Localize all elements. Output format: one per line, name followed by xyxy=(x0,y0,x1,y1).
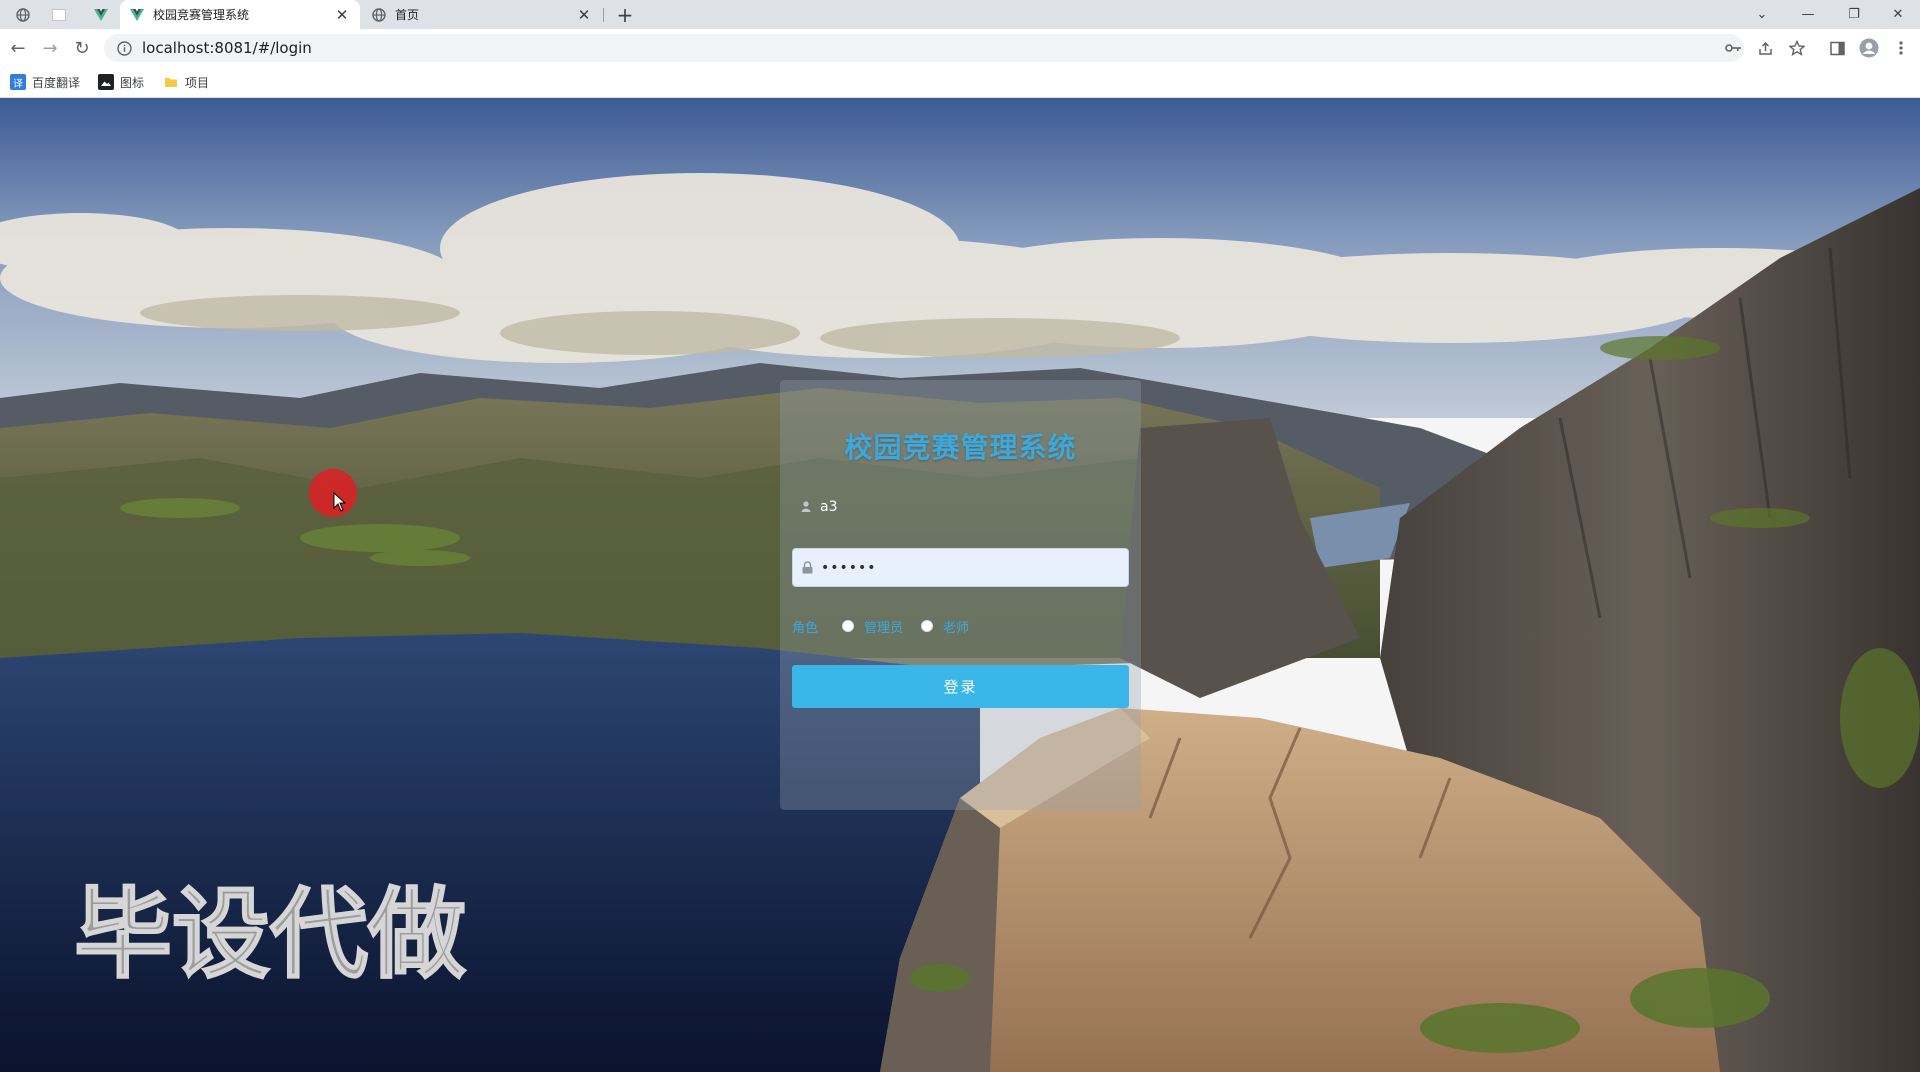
side-panel-icon[interactable] xyxy=(1826,37,1848,59)
vue-logo-icon xyxy=(130,8,144,21)
bookmark-item[interactable]: 项目 xyxy=(163,73,209,91)
chevron-down-icon: ⌄ xyxy=(1756,7,1768,22)
plus-icon: + xyxy=(616,2,634,27)
pinned-tab-blank[interactable] xyxy=(48,0,70,29)
back-button[interactable]: ← xyxy=(3,33,33,63)
tab-login[interactable]: 校园竞赛管理系统 ✕ xyxy=(120,0,360,29)
browser-tabstrip: 校园竞赛管理系统 ✕ 首页 ✕ + ⌄ — ❐ ✕ xyxy=(0,0,1920,29)
watermark-label: 毕设代做 xyxy=(74,878,466,988)
arrow-left-icon: ← xyxy=(10,37,26,59)
minimize-button[interactable]: — xyxy=(1786,0,1830,29)
tab-home[interactable]: 首页 ✕ xyxy=(362,0,602,29)
bookmark-star-icon[interactable] xyxy=(1786,37,1808,59)
forward-button[interactable]: → xyxy=(35,33,65,63)
new-tab-button[interactable]: + xyxy=(612,0,638,29)
share-icon[interactable] xyxy=(1754,37,1776,59)
tab-title: 校园竞赛管理系统 xyxy=(153,8,250,22)
password-input[interactable] xyxy=(821,559,1111,576)
restore-button[interactable]: ❐ xyxy=(1832,0,1876,29)
blank-page-icon xyxy=(52,8,66,21)
login-card: 校园竞赛管理系统 角色 管理员 老师 登录 xyxy=(780,380,1141,810)
system-title: 校园竞赛管理系统 xyxy=(844,431,1077,464)
image-icon xyxy=(98,74,114,90)
user-icon xyxy=(792,501,820,512)
pinned-tab-globe[interactable] xyxy=(12,0,34,29)
tab-title: 首页 xyxy=(395,8,420,22)
bookmark-item[interactable]: 译 百度翻译 xyxy=(10,73,80,91)
close-tab-icon[interactable]: ✕ xyxy=(576,6,592,24)
globe-icon xyxy=(372,7,386,22)
radio-circle-icon[interactable] xyxy=(921,620,934,632)
role-selector: 角色 管理员 老师 xyxy=(792,616,987,636)
site-info-icon[interactable] xyxy=(114,38,134,58)
address-bar[interactable]: localhost:8081/#/login xyxy=(104,34,1744,62)
role-label: 角色 xyxy=(792,620,819,636)
lock-icon xyxy=(793,561,821,574)
tab-search-button[interactable]: ⌄ xyxy=(1740,0,1784,29)
translate-icon: 译 xyxy=(10,74,26,90)
profile-avatar-icon[interactable] xyxy=(1858,37,1880,59)
role-radio-teacher[interactable]: 老师 xyxy=(921,617,969,636)
username-field[interactable] xyxy=(792,487,1129,526)
restore-icon: ❐ xyxy=(1848,7,1860,22)
bookmark-item[interactable]: 图标 xyxy=(98,73,144,91)
reload-icon: ↻ xyxy=(74,37,90,59)
minimize-icon: — xyxy=(1801,7,1815,22)
folder-icon xyxy=(163,74,179,90)
password-key-icon[interactable] xyxy=(1722,37,1744,59)
username-input[interactable] xyxy=(820,498,1110,515)
radio-circle-icon[interactable] xyxy=(842,620,855,632)
login-button[interactable]: 登录 xyxy=(792,665,1129,708)
bookmark-label: 图标 xyxy=(120,75,145,90)
bookmarks-bar: 译 百度翻译 图标 项目 xyxy=(0,66,1920,98)
arrow-right-icon: → xyxy=(42,37,58,59)
vue-logo-icon xyxy=(94,8,108,21)
url-text[interactable]: localhost:8081/#/login xyxy=(142,39,312,57)
bookmark-label: 项目 xyxy=(185,75,210,90)
close-icon: ✕ xyxy=(1892,7,1904,22)
reload-button[interactable]: ↻ xyxy=(67,33,97,63)
password-field[interactable] xyxy=(792,548,1129,587)
globe-icon xyxy=(16,7,30,22)
close-window-button[interactable]: ✕ xyxy=(1876,0,1920,29)
close-tab-icon[interactable]: ✕ xyxy=(334,6,350,24)
watermark-text: 毕设代做 xyxy=(74,878,467,988)
url-host: localhost xyxy=(142,39,210,57)
pinned-tab-vue[interactable] xyxy=(90,0,112,29)
mouse-pointer-icon xyxy=(333,492,347,512)
menu-kebab-icon[interactable] xyxy=(1890,37,1912,59)
role-option-label: 管理员 xyxy=(864,620,904,636)
tab-divider xyxy=(603,8,604,22)
role-radio-admin[interactable]: 管理员 xyxy=(842,617,903,636)
bookmark-label: 百度翻译 xyxy=(32,75,81,90)
url-path: :8081/#/login xyxy=(209,39,312,57)
login-page: 校园竞赛管理系统 角色 管理员 老师 登录 xyxy=(0,98,1920,1072)
role-option-label: 老师 xyxy=(943,620,970,636)
browser-toolbar: ← → ↻ localhost:8081/#/login xyxy=(0,29,1920,66)
